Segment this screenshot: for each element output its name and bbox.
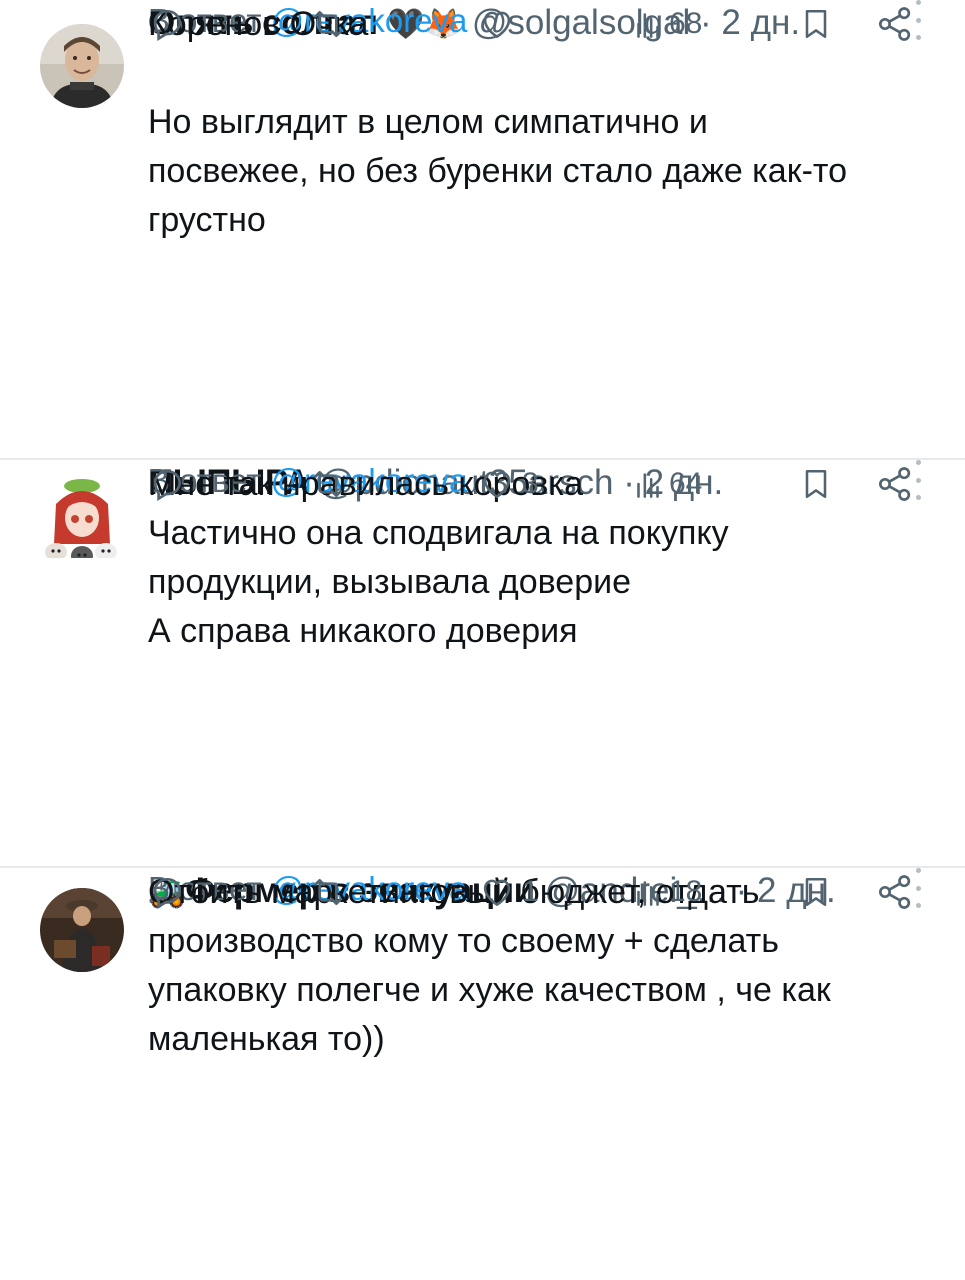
reply-icon: [153, 9, 182, 41]
tweet-text: Коренов Очка Но выглядит в целом симпати…: [148, 0, 938, 460]
heart-icon: [483, 471, 511, 498]
views-button[interactable]: 64: [633, 460, 702, 508]
repost-button[interactable]: [308, 868, 348, 916]
action-bar: 3 64: [148, 460, 928, 508]
heart-icon: [483, 879, 511, 906]
tweet-text: Мне так нравилась коровка Частично она с…: [148, 460, 938, 868]
text-line: Частично она сподвигала на покупку: [148, 514, 729, 552]
share-button[interactable]: [875, 0, 915, 48]
share-button[interactable]: [875, 460, 915, 508]
views-button[interactable]: 18: [633, 868, 702, 916]
views-count: 18: [669, 875, 703, 908]
action-bar: 68: [148, 0, 928, 48]
tweet-text: Отбить маркетинговый бюджет, отдать прои…: [148, 868, 938, 1280]
bookmark-button[interactable]: [798, 0, 834, 48]
reply-button[interactable]: [148, 868, 186, 916]
views-icon: [637, 473, 659, 498]
text-line: грустно: [148, 201, 266, 239]
action-bar: 1 18: [148, 868, 928, 916]
reply-icon: [153, 469, 182, 501]
avatar[interactable]: [40, 888, 124, 972]
repost-icon: [314, 879, 342, 905]
repost-icon: [314, 471, 342, 497]
views-icon: [637, 881, 659, 906]
like-button[interactable]: 3: [478, 460, 539, 508]
bookmark-icon: [805, 877, 827, 907]
text-line: посвежее, но без буренки стало даже как-…: [148, 152, 848, 190]
like-button[interactable]: [478, 0, 522, 48]
bookmark-icon: [805, 469, 827, 499]
repost-button[interactable]: [308, 460, 348, 508]
share-icon: [879, 875, 911, 909]
views-count: 64: [669, 467, 703, 500]
repost-icon: [314, 11, 342, 38]
bookmark-button[interactable]: [798, 460, 834, 508]
text-line: А справа никакого доверия: [148, 612, 578, 650]
views-count: 68: [669, 7, 703, 40]
text-line: производство кому то своему + сделать: [148, 922, 779, 960]
share-icon: [879, 467, 911, 501]
reply-icon: [153, 877, 182, 909]
avatar[interactable]: [40, 474, 124, 558]
heart-icon: [483, 11, 511, 38]
views-button[interactable]: 68: [633, 0, 702, 48]
reply-button[interactable]: [148, 460, 186, 508]
repost-button[interactable]: [308, 0, 348, 48]
text-line: упаковку полегче и хуже качеством , че к…: [148, 971, 831, 1009]
share-button[interactable]: [875, 868, 915, 916]
like-count: 3: [522, 467, 539, 500]
text-line: Но выглядит в целом симпатично и: [148, 103, 708, 141]
reply-button[interactable]: [148, 0, 186, 48]
like-count: 1: [522, 875, 539, 908]
text-line: [148, 49, 938, 98]
text-line: продукции, вызывала доверие: [148, 563, 632, 601]
views-icon: [637, 13, 659, 38]
text-line: маленькая то)): [148, 1020, 385, 1058]
like-button[interactable]: 1: [478, 868, 539, 916]
bookmark-icon: [805, 9, 827, 39]
bookmark-button[interactable]: [798, 868, 834, 916]
avatar[interactable]: [40, 24, 124, 108]
share-icon: [879, 7, 911, 41]
